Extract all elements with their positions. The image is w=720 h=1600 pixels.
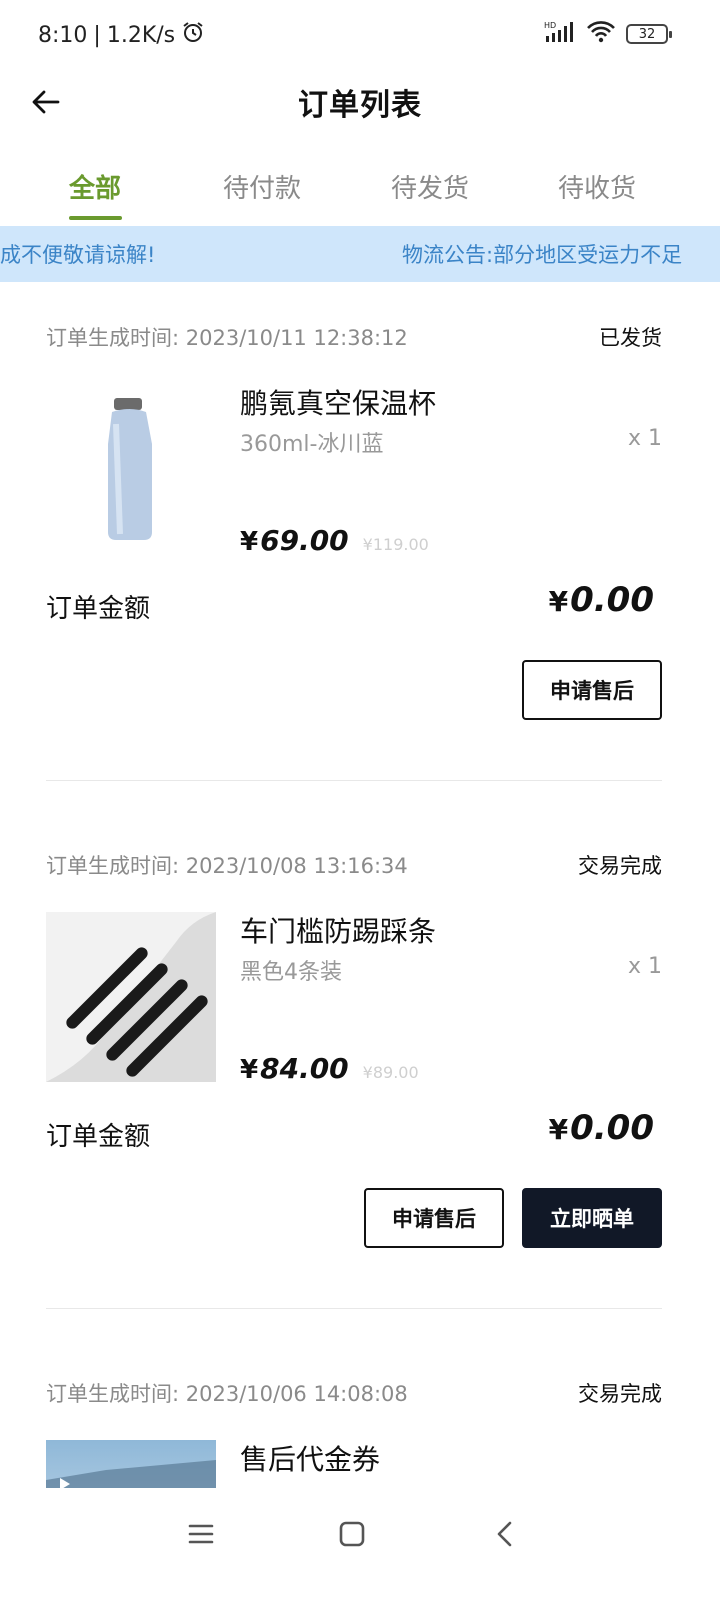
menu-icon bbox=[188, 1524, 214, 1544]
header: 订单列表 bbox=[0, 68, 720, 138]
menu-nav-button[interactable] bbox=[177, 1510, 225, 1558]
product-name[interactable]: 售后代金券 bbox=[240, 1438, 380, 1478]
order-time: 订单生成时间: 2023/10/06 14:08:08 bbox=[46, 1382, 408, 1406]
original-price: ¥119.00 bbox=[362, 535, 429, 554]
product-spec: 黑色4条装 bbox=[240, 960, 342, 985]
notice-text: 物流公告:部分地区受运力不足 bbox=[402, 243, 683, 267]
wifi-icon bbox=[586, 20, 616, 48]
product-image[interactable] bbox=[46, 1440, 216, 1488]
order-tabs: 全部 待付款 待发货 待收货 bbox=[0, 160, 720, 226]
product-image[interactable] bbox=[46, 384, 216, 554]
order-card: 订单生成时间: 2023/10/11 12:38:12 已发货 鹏氪真空保温杯 … bbox=[46, 322, 662, 792]
product-image[interactable] bbox=[46, 912, 216, 1082]
tab-all[interactable]: 全部 bbox=[11, 168, 179, 205]
home-square-icon bbox=[339, 1521, 365, 1547]
product-price: ¥69.00 bbox=[240, 524, 349, 557]
currency-symbol: ¥ bbox=[548, 1113, 569, 1146]
product-name[interactable]: 车门槛防踢踩条 bbox=[240, 910, 436, 950]
order-time: 订单生成时间: 2023/10/08 13:16:34 bbox=[46, 854, 408, 878]
order-amount: ¥0.00 bbox=[549, 1108, 654, 1148]
battery-level: 32 bbox=[638, 26, 656, 42]
price-row: ¥69.00 ¥119.00 bbox=[240, 524, 429, 557]
status-left: 8:10 | 1.2K/s bbox=[38, 20, 205, 50]
amount-value: 0.00 bbox=[570, 1108, 654, 1148]
status-bar: 8:10 | 1.2K/s HD 32 bbox=[0, 0, 720, 68]
tab-pending-receipt[interactable]: 待收货 bbox=[513, 168, 681, 205]
system-nav-bar bbox=[0, 1488, 720, 1600]
amount-label: 订单金额 bbox=[46, 594, 151, 624]
signal-icon: HD bbox=[544, 20, 576, 48]
currency-symbol: ¥ bbox=[240, 527, 259, 557]
order-status: 交易完成 bbox=[578, 1382, 662, 1406]
currency-symbol: ¥ bbox=[240, 1055, 259, 1085]
status-time: 8:10 bbox=[38, 22, 88, 48]
order-status: 已发货 bbox=[599, 326, 662, 350]
order-card: 订单生成时间: 2023/10/06 14:08:08 交易完成 售后代金券 bbox=[46, 1378, 662, 1488]
share-review-button[interactable]: 立即晒单 bbox=[522, 1188, 662, 1248]
order-amount: ¥0.00 bbox=[549, 580, 654, 620]
after-sales-button[interactable]: 申请售后 bbox=[522, 660, 662, 720]
notice-text-tail: 成不便敬请谅解! bbox=[0, 243, 156, 267]
product-quantity: x 1 bbox=[627, 954, 662, 979]
battery-icon: 32 bbox=[626, 24, 672, 44]
notice-bar[interactable]: 成不便敬请谅解! 物流公告:部分地区受运力不足 bbox=[0, 226, 720, 282]
order-status: 交易完成 bbox=[578, 854, 662, 878]
price-row: ¥84.00 ¥89.00 bbox=[240, 1052, 419, 1085]
after-sales-button[interactable]: 申请售后 bbox=[364, 1188, 504, 1248]
chevron-left-icon bbox=[497, 1521, 512, 1547]
order-card: 订单生成时间: 2023/10/08 13:16:34 交易完成 车门槛防踢踩条… bbox=[46, 850, 662, 1320]
status-separator: | bbox=[93, 22, 101, 48]
home-nav-button[interactable] bbox=[328, 1510, 376, 1558]
svg-text:HD: HD bbox=[544, 21, 556, 30]
amount-label: 订单金额 bbox=[46, 1122, 151, 1152]
tab-pending-payment[interactable]: 待付款 bbox=[178, 168, 346, 205]
tab-pending-shipment[interactable]: 待发货 bbox=[346, 168, 514, 205]
divider bbox=[46, 780, 662, 781]
order-time: 订单生成时间: 2023/10/11 12:38:12 bbox=[46, 326, 408, 350]
page-title: 订单列表 bbox=[298, 88, 422, 123]
product-spec: 360ml-冰川蓝 bbox=[240, 432, 384, 457]
back-nav-button[interactable] bbox=[482, 1510, 530, 1558]
alarm-icon bbox=[181, 20, 205, 50]
divider bbox=[46, 1308, 662, 1309]
currency-symbol: ¥ bbox=[548, 585, 569, 618]
product-name[interactable]: 鹏氪真空保温杯 bbox=[240, 382, 436, 422]
tab-active-indicator bbox=[69, 216, 122, 220]
status-speed: 1.2K/s bbox=[106, 22, 176, 48]
original-price: ¥89.00 bbox=[362, 1063, 419, 1082]
status-right: HD 32 bbox=[544, 20, 672, 48]
product-price: ¥84.00 bbox=[240, 1052, 349, 1085]
price-value: 69.00 bbox=[260, 524, 349, 557]
price-value: 84.00 bbox=[260, 1052, 349, 1085]
product-quantity: x 1 bbox=[627, 426, 662, 451]
amount-value: 0.00 bbox=[570, 580, 654, 620]
